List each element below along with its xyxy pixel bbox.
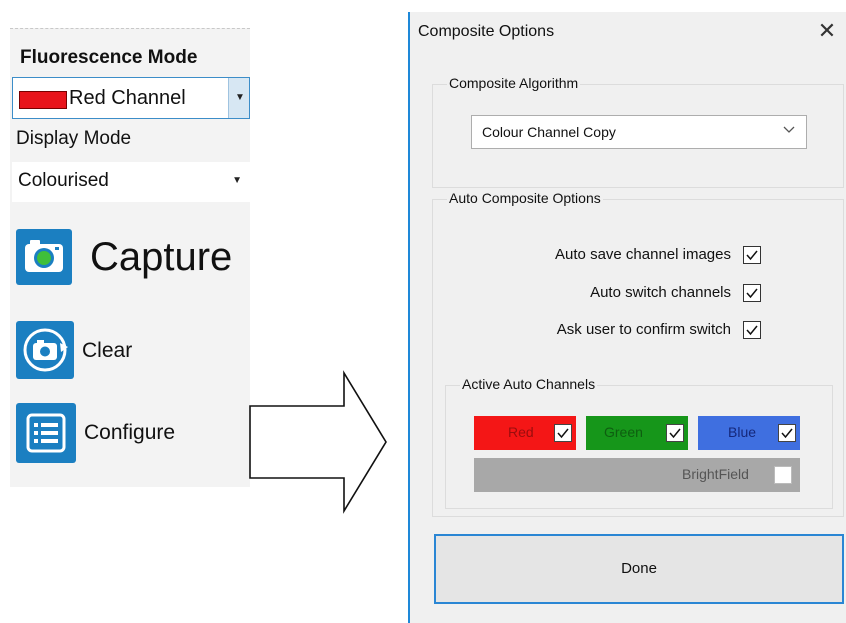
channel-toggle-brightfield[interactable]: BrightField — [474, 458, 800, 492]
option-label: Auto save channel images — [555, 246, 731, 263]
composite-algorithm-select[interactable]: Colour Channel Copy — [471, 115, 807, 149]
chevron-down-icon: ▼ — [232, 175, 242, 186]
channel-select[interactable]: Red Channel ▼ — [12, 77, 250, 119]
channel-red-checkbox[interactable] — [554, 424, 572, 442]
active-auto-channels-label: Active Auto Channels — [460, 376, 598, 392]
clear-button[interactable]: Clear — [16, 321, 216, 383]
channel-brightfield-checkbox[interactable] — [774, 466, 792, 484]
dialog-title: Composite Options — [418, 23, 555, 40]
option-label: Auto switch channels — [590, 284, 731, 301]
channel-color-swatch — [19, 91, 67, 109]
display-mode-value: Colourised — [18, 170, 109, 191]
chevron-down-icon: ▼ — [235, 92, 245, 103]
auto-save-channel-images-checkbox[interactable] — [743, 246, 761, 264]
clear-label: Clear — [82, 339, 133, 362]
ask-user-confirm-switch-checkbox[interactable] — [743, 321, 761, 339]
capture-button[interactable]: Capture — [16, 225, 246, 295]
configure-button[interactable]: Configure — [16, 403, 236, 465]
chevron-down-icon — [783, 126, 795, 133]
done-label: Done — [621, 560, 657, 577]
channel-toggle-red[interactable]: Red — [474, 416, 576, 450]
channel-dropdown-button[interactable]: ▼ — [228, 78, 249, 118]
fluorescence-mode-heading: Fluorescence Mode — [20, 47, 198, 68]
checkmark-icon — [746, 250, 758, 261]
list-icon — [16, 403, 76, 463]
auto-composite-options-group: Auto Composite Options Auto save channel… — [432, 190, 844, 517]
checkmark-icon — [746, 325, 758, 336]
camera-icon — [16, 229, 72, 285]
channel-toggle-green[interactable]: Green — [586, 416, 688, 450]
checkmark-icon — [781, 428, 793, 439]
auto-save-channel-images-option[interactable]: Auto save channel images — [433, 245, 761, 267]
option-label: Ask user to confirm switch — [556, 321, 731, 338]
auto-switch-channels-option[interactable]: Auto switch channels — [433, 283, 761, 305]
ask-user-confirm-switch-option[interactable]: Ask user to confirm switch — [433, 320, 761, 342]
composite-algorithm-group: Composite Algorithm Colour Channel Copy — [432, 75, 844, 188]
capture-label: Capture — [90, 235, 233, 279]
composite-algorithm-label: Composite Algorithm — [447, 75, 581, 91]
channel-label: BrightField — [682, 466, 749, 482]
channel-green-checkbox[interactable] — [666, 424, 684, 442]
checkmark-icon — [557, 428, 569, 439]
display-mode-select[interactable]: Colourised ▼ — [12, 162, 250, 202]
configure-label: Configure — [84, 421, 176, 444]
channel-label: Red — [508, 424, 534, 440]
done-button[interactable]: Done — [434, 534, 844, 604]
channel-blue-checkbox[interactable] — [778, 424, 796, 442]
display-mode-label: Display Mode — [16, 128, 132, 149]
channel-select-value: Red Channel — [69, 87, 186, 109]
channel-toggle-blue[interactable]: Blue — [698, 416, 800, 450]
checkmark-icon — [669, 428, 681, 439]
close-icon[interactable]: ✕ — [814, 18, 840, 44]
channel-label: Blue — [728, 424, 757, 440]
composite-algorithm-value: Colour Channel Copy — [482, 124, 616, 140]
checkmark-icon — [746, 288, 758, 299]
camera-reset-icon — [16, 321, 74, 379]
active-auto-channels-group: Active Auto Channels Red Green Blue Brig… — [445, 376, 833, 509]
right-arrow-icon — [249, 370, 387, 514]
auto-switch-channels-checkbox[interactable] — [743, 284, 761, 302]
auto-composite-options-label: Auto Composite Options — [447, 190, 603, 206]
composite-options-dialog: Composite Options ✕ Composite Algorithm … — [408, 12, 846, 623]
channel-label: Green — [604, 424, 643, 440]
fluorescence-toolbar-panel: Fluorescence Mode Red Channel ▼ Display … — [10, 28, 250, 487]
